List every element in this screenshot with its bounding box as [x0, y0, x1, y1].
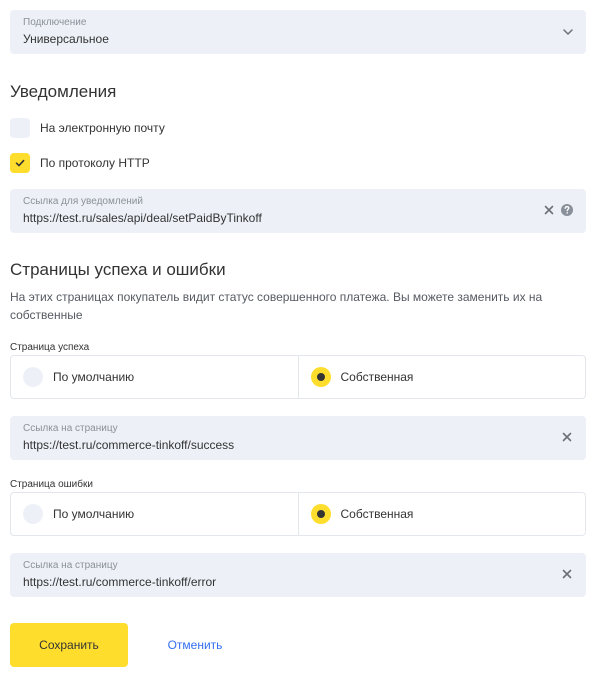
chevron-down-icon[interactable] [562, 26, 574, 38]
connection-value: Универсальное [23, 32, 109, 46]
error-default-option[interactable]: По умолчанию [11, 493, 298, 535]
success-page-label: Страница успеха [10, 342, 90, 353]
success-default-label: По умолчанию [53, 370, 135, 384]
success-default-option[interactable]: По умолчанию [11, 356, 298, 398]
success-custom-radio[interactable] [310, 367, 331, 387]
error-url-value: https://test.ru/commerce-tinkoff/error [23, 575, 217, 589]
success-url-label: Ссылка на страницу [23, 423, 118, 434]
success-default-radio[interactable] [23, 367, 43, 387]
error-custom-radio[interactable] [310, 504, 331, 524]
error-page-radio-group: По умолчанию Собственная [10, 492, 586, 536]
error-url-label: Ссылка на страницу [23, 560, 118, 571]
connection-select[interactable]: Подключение Универсальное [10, 10, 586, 54]
help-icon[interactable] [560, 203, 574, 217]
radio-dot-icon [316, 510, 325, 518]
notification-url-label: Ссылка для уведомлений [23, 196, 143, 207]
success-custom-option[interactable]: Собственная [297, 356, 586, 398]
success-url-field[interactable]: Ссылка на страницу https://test.ru/comme… [10, 416, 586, 460]
notification-url-value: https://test.ru/sales/api/deal/setPaidBy… [23, 211, 262, 225]
notification-url-field[interactable]: Ссылка для уведомлений https://test.ru/s… [10, 189, 586, 233]
radio-dot-icon [316, 373, 325, 381]
email-checkbox[interactable] [10, 118, 30, 138]
close-icon[interactable] [560, 430, 574, 444]
http-checkbox-row[interactable]: По протоколу HTTP [10, 153, 150, 173]
http-checkbox[interactable] [10, 153, 30, 173]
close-icon[interactable] [542, 203, 556, 217]
settings-form: Подключение Универсальное Уведомления На… [0, 0, 596, 678]
pages-heading: Страницы успеха и ошибки [10, 260, 226, 279]
notifications-heading: Уведомления [10, 82, 117, 101]
http-checkbox-label: По протоколу HTTP [40, 156, 150, 170]
checkmark-icon [15, 159, 25, 167]
error-custom-label: Собственная [340, 507, 414, 521]
success-page-radio-group: По умолчанию Собственная [10, 355, 586, 399]
connection-label: Подключение [23, 17, 87, 28]
success-url-value: https://test.ru/commerce-tinkoff/success [23, 438, 235, 452]
error-url-field[interactable]: Ссылка на страницу https://test.ru/comme… [10, 553, 586, 597]
error-page-label: Страница ошибки [10, 479, 93, 490]
cancel-button[interactable]: Отменить [140, 623, 250, 667]
error-default-radio[interactable] [23, 504, 43, 524]
error-custom-option[interactable]: Собственная [297, 493, 586, 535]
close-icon[interactable] [560, 567, 574, 581]
pages-description: На этих страницах покупатель видит стату… [10, 290, 543, 322]
error-default-label: По умолчанию [53, 507, 135, 521]
email-checkbox-row[interactable]: На электронную почту [10, 118, 165, 138]
save-button[interactable]: Сохранить [10, 623, 128, 667]
success-custom-label: Собственная [340, 370, 414, 384]
email-checkbox-label: На электронную почту [40, 121, 165, 135]
